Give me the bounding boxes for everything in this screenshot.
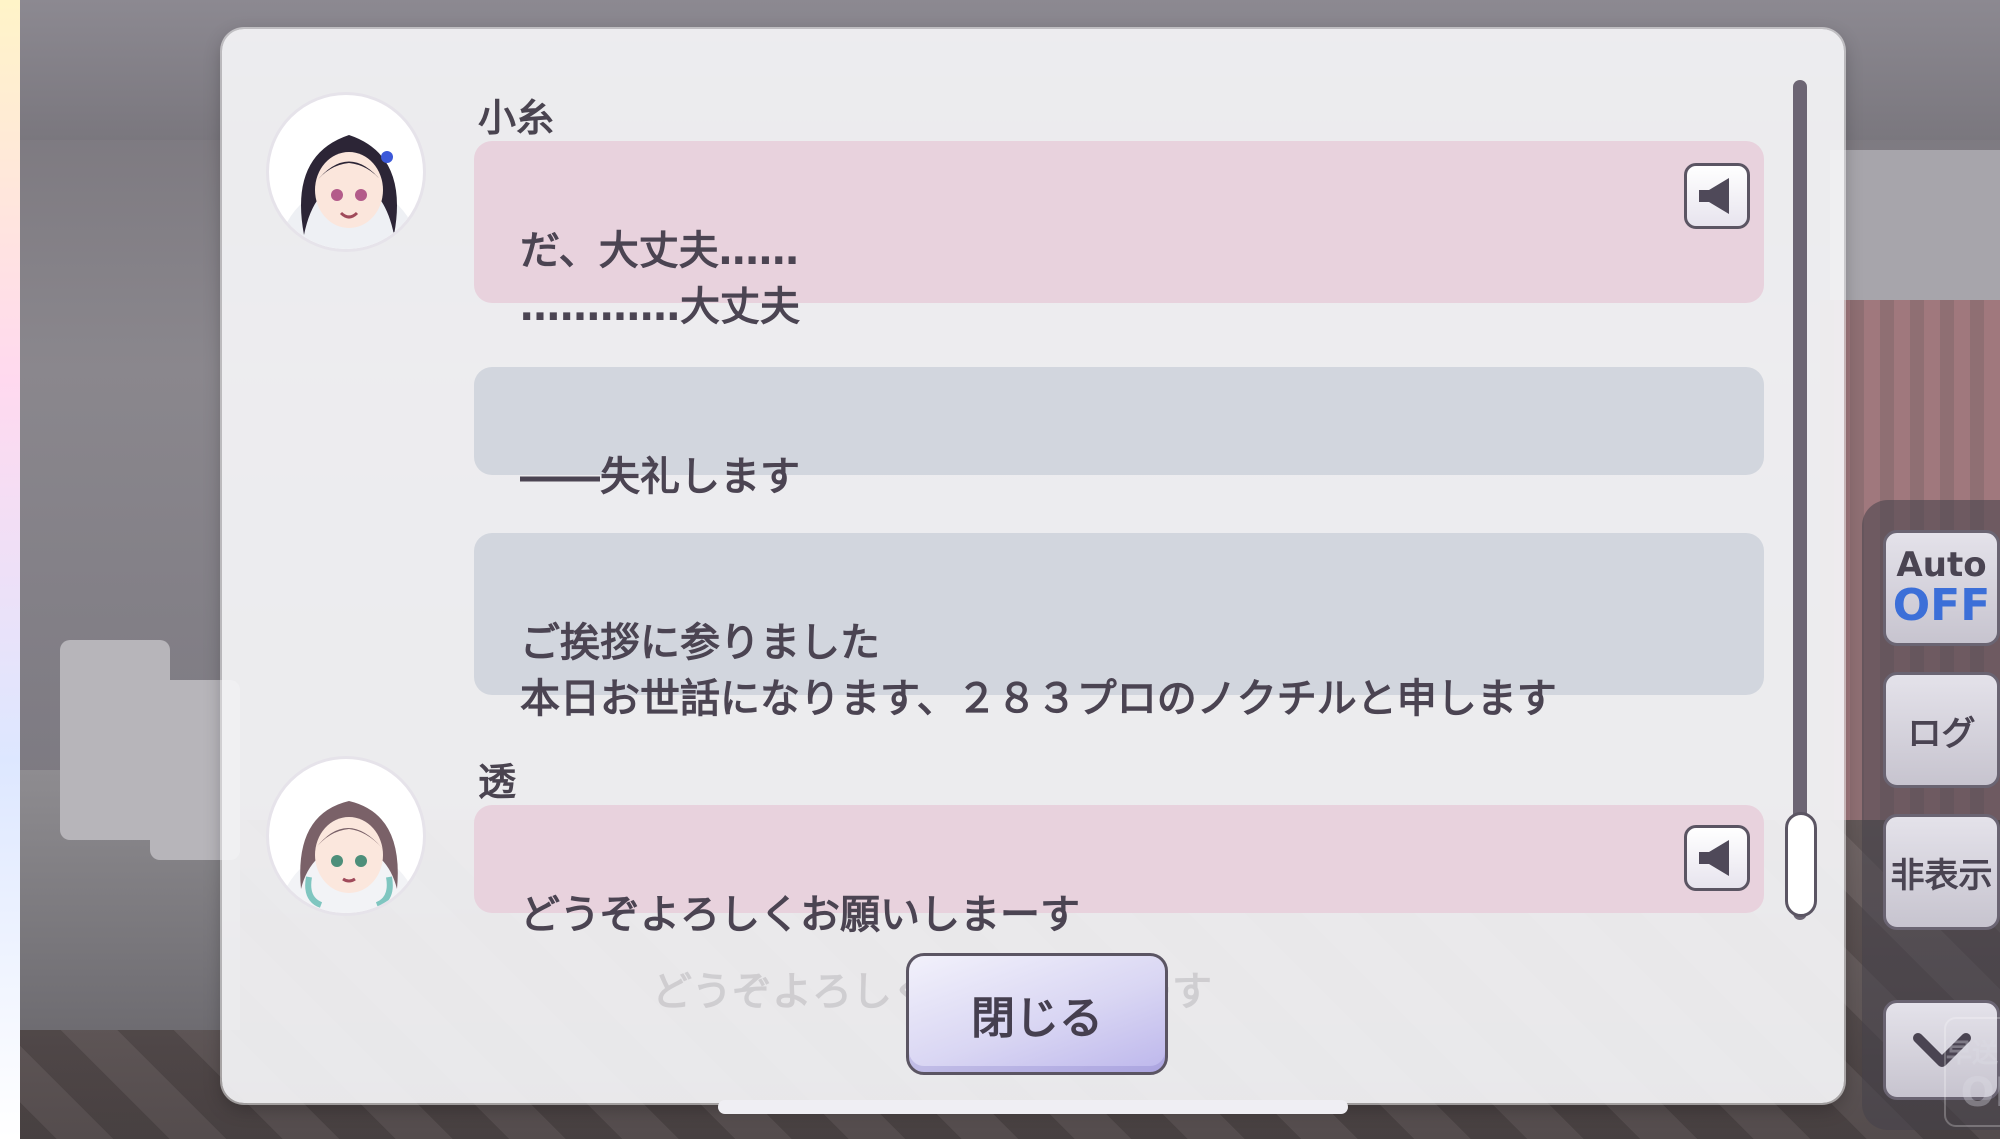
speaker-icon [1699, 840, 1729, 876]
auto-button[interactable]: Auto OFF [1883, 530, 2000, 646]
auto-label: Auto [1896, 545, 1987, 585]
fast-forward-button[interactable]: 早送り×4 OFF [1944, 1017, 2000, 1127]
log-message: どうぞよろしくお願いしまーす [474, 805, 1764, 938]
fast-forward-label: 早送り×4 [1946, 1039, 2000, 1069]
voice-replay-button[interactable] [1684, 825, 1750, 891]
close-button[interactable]: 閉じる [906, 953, 1168, 1075]
close-button-label: 閉じる [971, 993, 1103, 1044]
hide-button[interactable]: 非表示 [1883, 814, 2000, 930]
log-message: ――失礼します [474, 367, 1764, 500]
scrollbar-track[interactable] [1793, 80, 1807, 920]
speaker-icon [1699, 178, 1729, 214]
auto-state: OFF [1892, 580, 1991, 631]
toru-avatar-icon [266, 756, 426, 916]
koito-avatar-icon [266, 92, 426, 252]
log-message: ご挨拶に参りました 本日お世話になります、２８３プロのノクチルと申します [474, 533, 1764, 722]
hide-button-label: 非表示 [1890, 855, 1993, 896]
log-message-text: どうぞよろしくお願いしまーす [520, 892, 1080, 938]
fast-forward-state: OFF [1960, 1070, 2000, 1116]
log-message: だ、大丈夫…… …………大丈夫 [474, 141, 1764, 330]
speaker-name: 透 [478, 760, 517, 804]
log-panel: どうぞよろしくお願いしまーす 早送り×4 OFF 小糸 だ、大丈夫…… …………… [222, 29, 2000, 1127]
log-message-text: だ、大丈夫…… …………大丈夫 [520, 228, 800, 330]
voice-replay-button[interactable] [1684, 163, 1750, 229]
log-button[interactable]: ログ [1883, 672, 2000, 788]
log-message-text: ――失礼します [520, 454, 800, 500]
speaker-name: 小糸 [478, 96, 555, 140]
panel-bottom-bar [718, 1100, 1348, 1114]
scrollbar-thumb[interactable] [1785, 812, 1817, 917]
log-message-text: ご挨拶に参りました 本日お世話になります、２８３プロのノクチルと申します [520, 620, 1557, 722]
log-button-label: ログ [1907, 713, 1976, 754]
